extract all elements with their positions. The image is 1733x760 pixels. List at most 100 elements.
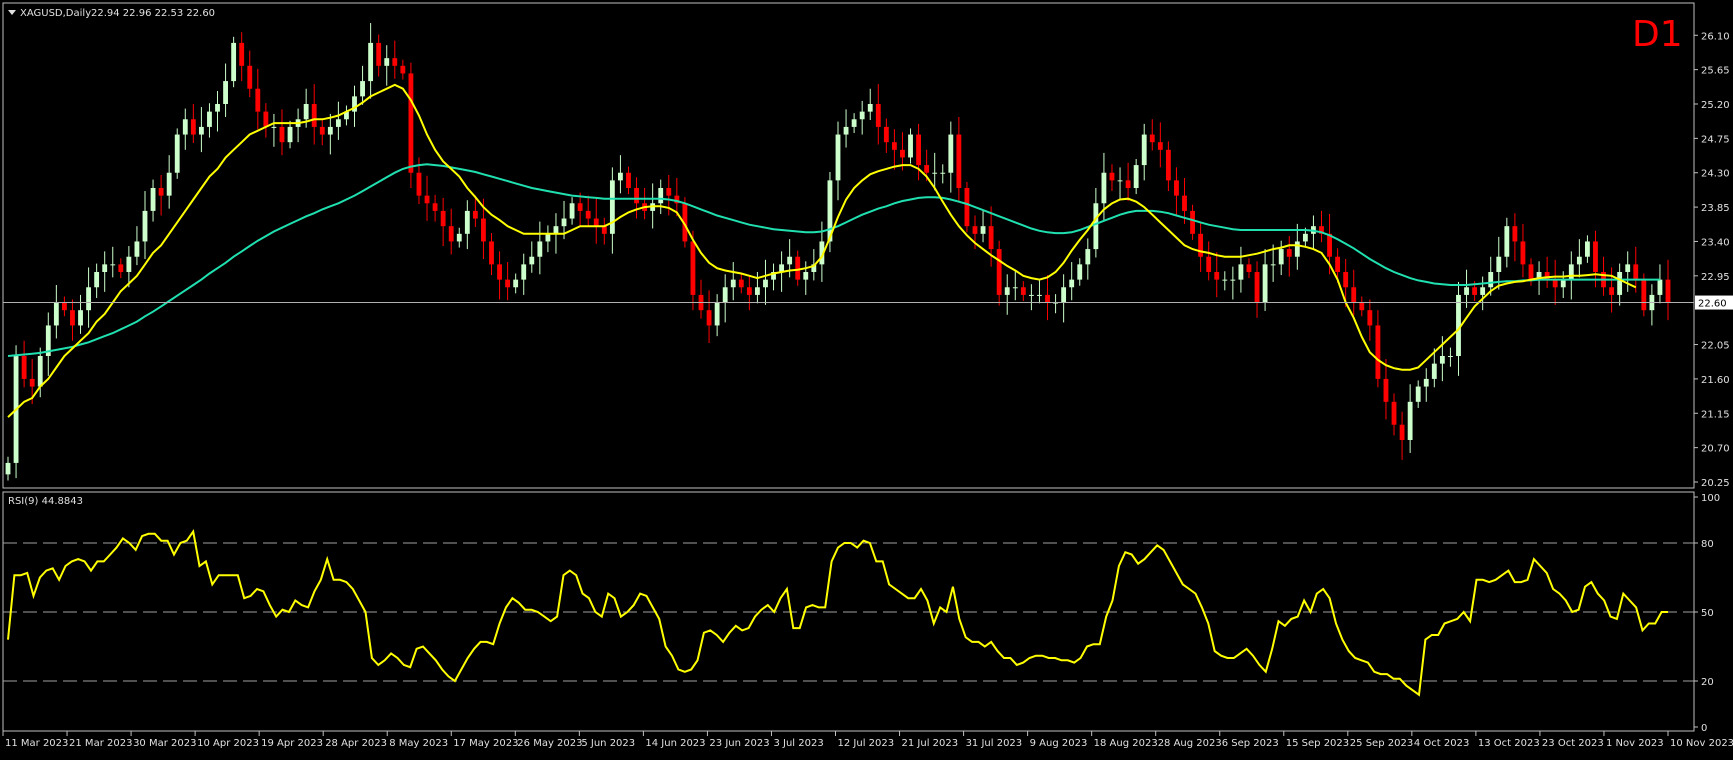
candle-body [746,287,752,295]
trading-chart[interactable]: 26.10 25.65 25.20 24.75 24.30 23.85 23.40 22.95… [0,0,1733,756]
candle-body [1182,195,1187,211]
candle-body [1544,272,1550,280]
candle-body [1109,172,1115,181]
candle-body [271,126,277,128]
candle-body [1528,264,1534,280]
candle-body [835,134,841,181]
time-tick-label: 30 Mar 2023 [133,738,196,749]
candle-body [851,119,857,127]
candle-body [1617,272,1623,295]
candle-body [1327,233,1332,257]
price-tick-label: 22.05 [1701,341,1730,352]
candle-body [448,226,454,242]
time-tick-label: 23 Oct 2023 [1542,738,1604,749]
rsi-tick-label: 0 [1701,723,1707,734]
time-tick-label: 21 Mar 2023 [69,738,132,749]
time-tick-label: 25 Sep 2023 [1350,738,1413,749]
time-tick-label: 28 Aug 2023 [1158,738,1222,749]
candle-body [70,310,75,326]
candle-body [1407,401,1413,440]
candle-body [223,81,228,104]
candle-body [722,287,728,303]
candle-body [964,188,970,227]
candle-body [875,104,881,127]
candle-body [521,264,527,280]
candle-body [1101,172,1107,204]
candle-body [1665,279,1671,303]
candle-body [996,249,1002,295]
candle-body [207,111,212,127]
price-tick-label: 22.95 [1701,272,1730,283]
candle-body [666,188,672,196]
candle-body [1512,226,1518,242]
candle-body [859,111,865,120]
candle-body [1230,279,1236,281]
price-tick-label: 26.10 [1701,31,1730,42]
candle-body [158,188,164,196]
time-tick-label: 3 Jul 2023 [773,738,823,749]
candle-body [1165,149,1171,181]
candle-body [142,210,148,242]
candle-body [795,256,801,280]
candle-body [1206,256,1212,272]
candle-body [150,188,156,211]
price-tick-label: 24.30 [1701,169,1730,180]
candle-body [505,279,511,288]
candle-body [1633,264,1639,280]
candle-body [980,226,986,234]
candle-body [593,218,599,227]
candle-body [626,172,631,188]
time-tick-label: 9 Aug 2023 [1030,738,1088,749]
candle-body [1214,272,1220,280]
time-tick-label: 1 Nov 2023 [1606,738,1664,749]
candle-body [803,272,809,280]
candle-body [1117,180,1123,182]
candle-body [1294,241,1300,257]
candle-body [1593,241,1598,272]
time-tick-label: 13 Oct 2023 [1478,738,1540,749]
candle-body [545,233,551,242]
candle-body [1004,287,1010,295]
time-tick-label: 10 Apr 2023 [197,738,259,749]
candle-body [1335,256,1341,272]
candle-body [569,203,575,219]
candle-body [1061,287,1067,303]
candle-body [400,65,406,74]
candle-body [714,302,720,326]
candle-body [738,279,744,288]
candle-body [1359,302,1365,311]
candle-body [972,226,978,234]
rsi-tick-label: 50 [1701,608,1714,619]
candle-body [1254,272,1260,303]
candle-body [1520,241,1526,265]
candle-body [883,126,889,143]
candle-body [287,126,293,143]
candle-body [190,119,196,135]
time-tick-label: 28 Apr 2023 [325,738,387,749]
candle-body [21,356,27,379]
candle-body [932,172,938,174]
candle-body [1488,272,1494,288]
candle-body [1391,401,1397,425]
candle-body [1568,264,1574,280]
chart-background [0,0,1733,756]
chart-canvas[interactable]: 26.10 25.65 25.20 24.75 24.30 23.85 23.40 22.95… [0,0,1733,756]
candle-body [198,126,204,135]
candle-body [787,256,793,265]
candle-body [1472,287,1478,295]
candle-body [1560,279,1566,288]
candle-body [279,126,285,143]
candle-body [311,104,317,127]
candle-body [609,180,615,234]
candle-body [1278,249,1284,265]
candle-body [1262,264,1268,303]
candle-body [956,134,962,188]
candle-body [690,241,696,295]
candle-body [1141,134,1147,166]
candle-body [78,310,83,326]
candle-body [376,42,382,66]
time-tick-label: 14 Jun 2023 [645,738,705,749]
candle-body [29,378,35,387]
candle-body [601,226,607,234]
price-tick-label: 25.20 [1701,100,1730,111]
